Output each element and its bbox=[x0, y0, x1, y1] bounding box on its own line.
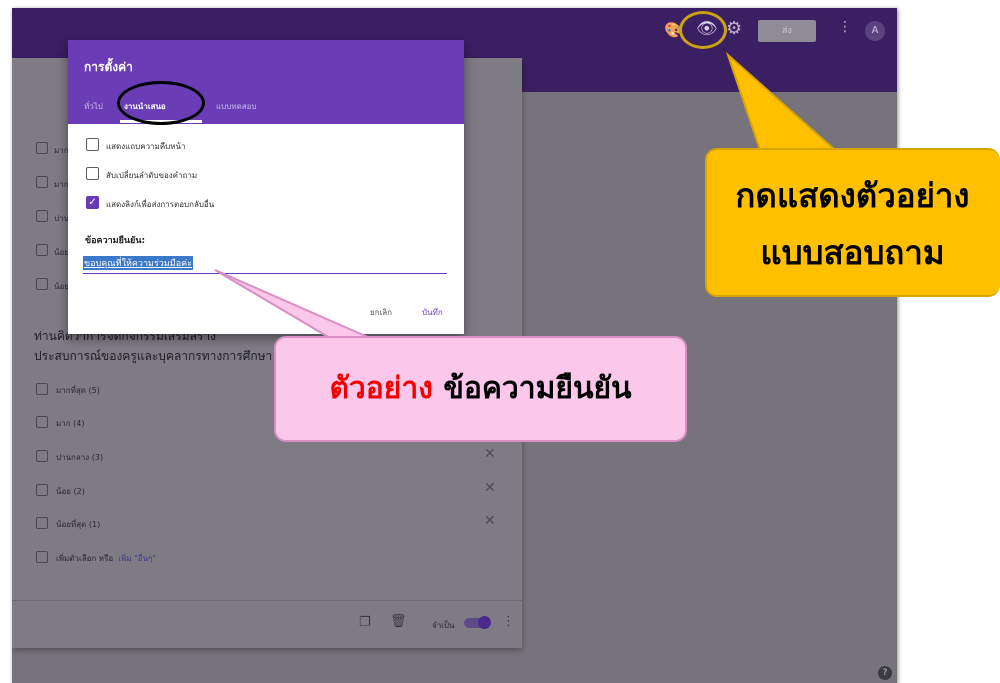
eye-highlight-circle bbox=[679, 11, 727, 49]
pink-callout-tail bbox=[214, 269, 371, 339]
pink-callout-black-text: ข้อความยืนยัน bbox=[443, 371, 632, 406]
yellow-callout-tail bbox=[725, 51, 838, 151]
yellow-callout-text: กดแสดงตัวอย่าง แบบสอบถาม bbox=[735, 176, 970, 272]
tab-highlight-circle bbox=[117, 81, 205, 125]
pink-callout-text: ตัวอย่าง ข้อความยืนยัน bbox=[274, 365, 687, 412]
slide: 🎨 👁 ⚙ ส่ง ⋮ A มาก มาก ปาน น้อย น้อย ท่าน… bbox=[0, 0, 1000, 683]
pink-callout-red-text: ตัวอย่าง bbox=[329, 371, 433, 406]
